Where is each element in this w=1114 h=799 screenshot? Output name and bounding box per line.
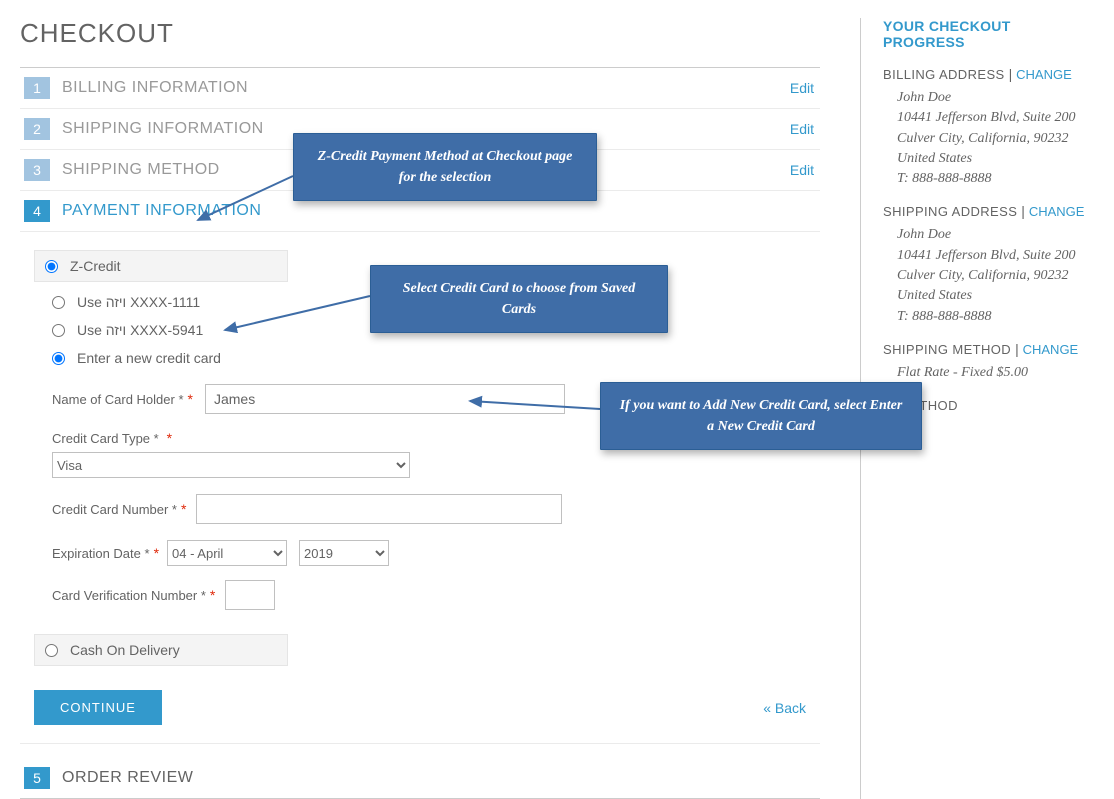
radio-new-card[interactable] — [52, 352, 65, 365]
field-expiration-date: Expiration Date * * 04 - April 2019 — [52, 540, 806, 566]
radio-saved-card-1[interactable] — [52, 296, 65, 309]
step-order-review: 5 ORDER REVIEW — [20, 758, 820, 799]
step-number: 1 — [24, 77, 50, 99]
billing-address-label: BILLING ADDRESS — [883, 67, 1009, 82]
continue-button[interactable]: CONTINUE — [34, 690, 162, 725]
saved-card-2-label: Use ויזה XXXX-5941 — [77, 322, 203, 338]
step-number: 3 — [24, 159, 50, 181]
enter-new-card[interactable]: Enter a new credit card — [42, 344, 806, 372]
back-link[interactable]: « Back — [763, 700, 806, 716]
card-type-label: Credit Card Type * — [52, 431, 159, 446]
step-number: 2 — [24, 118, 50, 140]
payment-method-cod[interactable]: Cash On Delivery — [34, 634, 288, 666]
required-asterisk: * — [210, 587, 215, 603]
page-title: CHECKOUT — [20, 18, 820, 49]
exp-year-select[interactable]: 2019 — [299, 540, 389, 566]
required-asterisk: * — [167, 430, 172, 446]
change-shipping-method-link[interactable]: CHANGE — [1023, 342, 1079, 357]
radio-saved-card-2[interactable] — [52, 324, 65, 337]
billing-address-block: John Doe 10441 Jefferson Blvd, Suite 200… — [897, 88, 1094, 189]
step-number: 4 — [24, 200, 50, 222]
shipping-address-block: John Doe 10441 Jefferson Blvd, Suite 200… — [897, 225, 1094, 326]
card-number-input[interactable] — [196, 494, 562, 524]
step-title: PAYMENT INFORMATION — [62, 202, 814, 220]
card-number-label: Credit Card Number * — [52, 502, 177, 517]
step-title: ORDER REVIEW — [62, 769, 814, 787]
cod-label: Cash On Delivery — [70, 642, 180, 658]
card-holder-name-input[interactable] — [205, 384, 565, 414]
name-label: Name of Card Holder * — [52, 392, 184, 407]
change-shipping-address-link[interactable]: CHANGE — [1029, 204, 1085, 219]
new-card-label: Enter a new credit card — [77, 350, 221, 366]
shipping-method-value: Flat Rate - Fixed $5.00 — [897, 363, 1094, 383]
required-asterisk: * — [181, 501, 186, 517]
required-asterisk: * — [188, 391, 193, 407]
shipping-address-label: SHIPPING ADDRESS — [883, 204, 1021, 219]
radio-cod[interactable] — [45, 644, 58, 657]
sidebar-title: YOUR CHECKOUT PROGRESS — [883, 18, 1094, 50]
radio-zcredit[interactable] — [45, 260, 58, 273]
edit-link-shipping-info[interactable]: Edit — [790, 121, 814, 137]
card-type-select[interactable]: Visa — [52, 452, 410, 478]
step-billing-information[interactable]: 1 BILLING INFORMATION Edit — [20, 68, 820, 109]
payment-method-zcredit[interactable]: Z-Credit — [34, 250, 288, 282]
cvv-label: Card Verification Number * — [52, 588, 206, 603]
required-asterisk: * — [154, 545, 159, 561]
exp-month-select[interactable]: 04 - April — [167, 540, 287, 566]
callout-new-card: If you want to Add New Credit Card, sele… — [600, 382, 922, 450]
zcredit-label: Z-Credit — [70, 258, 121, 274]
field-cvv: Card Verification Number * * — [52, 580, 806, 610]
step-title: BILLING INFORMATION — [62, 79, 790, 97]
shipping-method-label: SHIPPING METHOD — [883, 342, 1015, 357]
callout-saved-cards: Select Credit Card to choose from Saved … — [370, 265, 668, 333]
saved-card-1-label: Use ויזה XXXX-1111 — [77, 294, 200, 310]
callout-zcredit: Z-Credit Payment Method at Checkout page… — [293, 133, 597, 201]
edit-link-shipping-method[interactable]: Edit — [790, 162, 814, 178]
change-billing-link[interactable]: CHANGE — [1016, 67, 1072, 82]
exp-label: Expiration Date * — [52, 546, 150, 561]
field-card-number: Credit Card Number * * — [52, 494, 806, 524]
edit-link-billing[interactable]: Edit — [790, 80, 814, 96]
cvv-input[interactable] — [225, 580, 275, 610]
